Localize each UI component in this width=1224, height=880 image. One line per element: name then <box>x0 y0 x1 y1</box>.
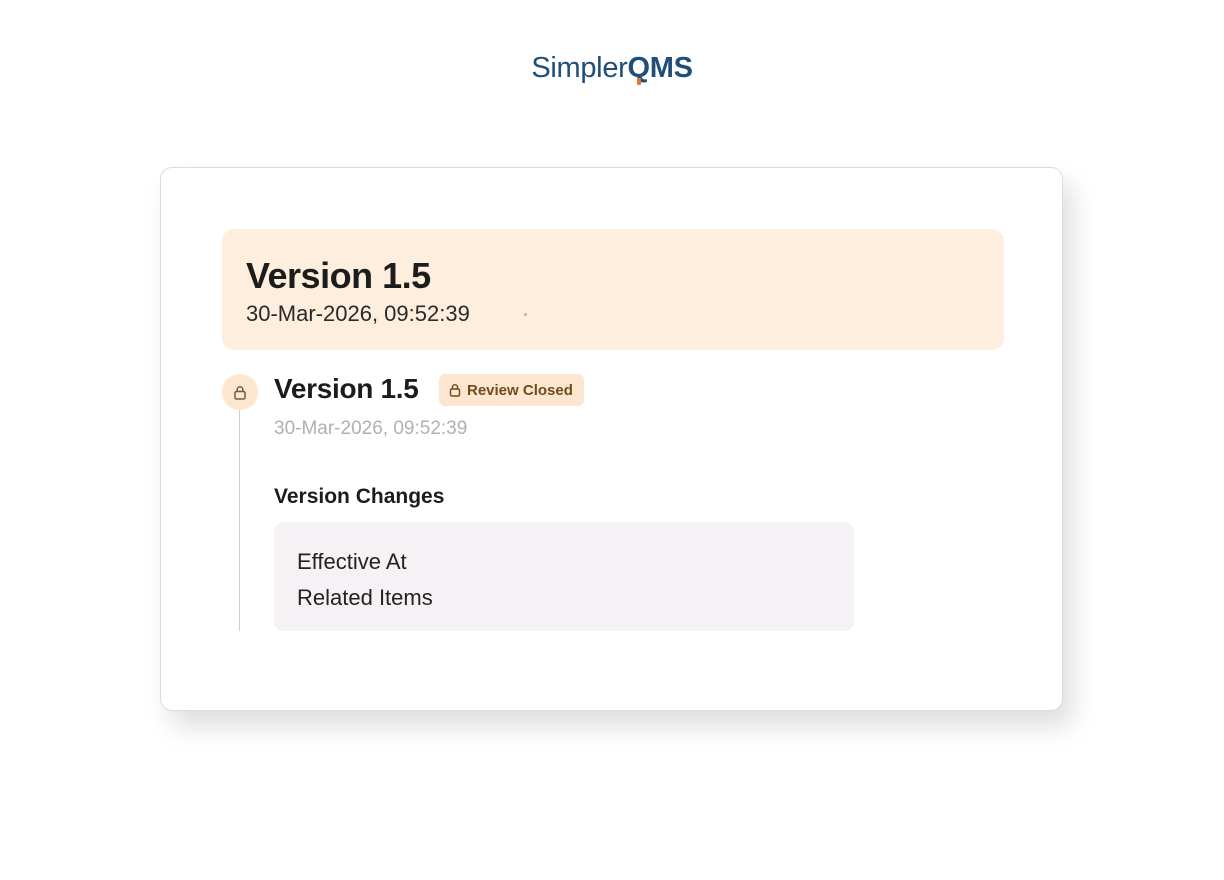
timeline-line <box>239 410 240 631</box>
lock-icon <box>449 383 461 397</box>
page: SimplerQMS Version 1.5 30-Mar-2026, 09:5… <box>0 0 1224 880</box>
timeline-lock-icon <box>222 374 258 410</box>
simplerqms-logo: SimplerQMS <box>0 52 1224 85</box>
version-changes-list: Effective At Related Items <box>274 522 854 631</box>
header-version-title: Version 1.5 <box>246 255 431 296</box>
version-header: Version 1.5 30-Mar-2026, 09:52:39 <box>222 229 1004 350</box>
change-item: Related Items <box>297 585 433 610</box>
review-closed-badge: Review Closed <box>439 374 584 406</box>
entry-version-date: 30-Mar-2026, 09:52:39 <box>274 418 468 439</box>
logo-text-qms: QMS <box>627 52 693 85</box>
header-dot <box>524 313 527 316</box>
logo-q: Q <box>627 52 650 85</box>
version-card: Version 1.5 30-Mar-2026, 09:52:39 Versio… <box>160 167 1063 711</box>
logo-text-simpler: Simpler <box>531 52 628 84</box>
entry-version-title: Version 1.5 <box>274 373 419 404</box>
version-changes-heading: Version Changes <box>274 485 445 508</box>
change-item: Effective At <box>297 549 407 574</box>
badge-label: Review Closed <box>467 381 573 399</box>
lock-icon <box>234 385 246 400</box>
header-version-date: 30-Mar-2026, 09:52:39 <box>246 301 470 326</box>
logo-ms: MS <box>649 52 693 84</box>
